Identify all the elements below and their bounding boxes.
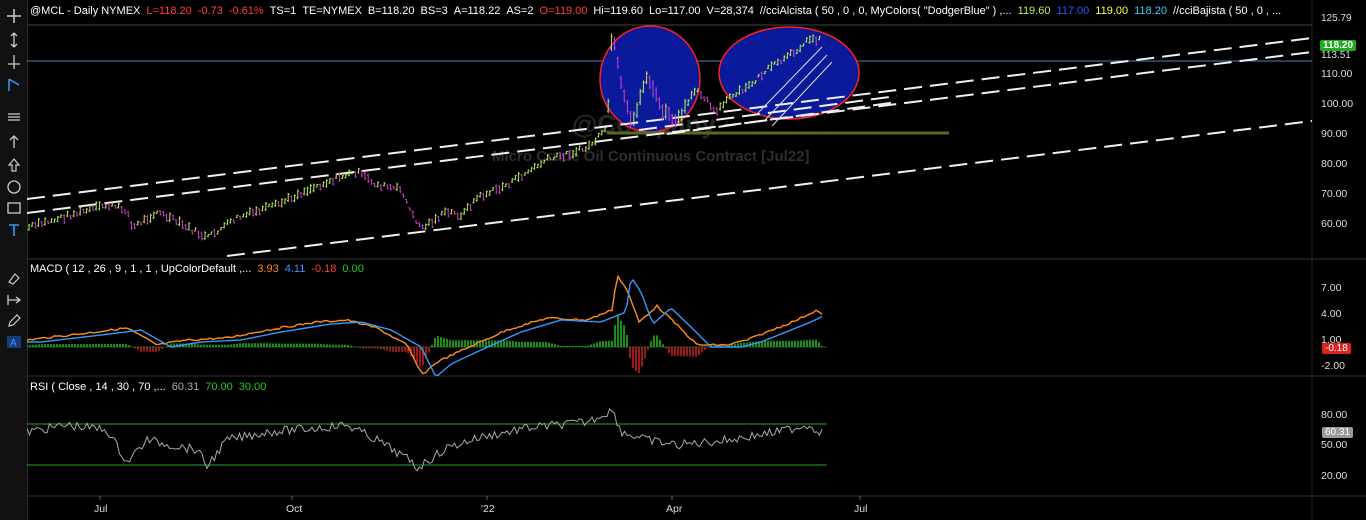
indicator-cci-bajista: //cciBajista ( 50 , 0 , ...	[1172, 5, 1282, 17]
rsi-tag: 60.31	[1322, 427, 1354, 438]
macd-tick-label: 4.00	[1321, 308, 1342, 320]
rectangle-icon[interactable]	[3, 198, 24, 217]
crosshair-icon[interactable]	[3, 6, 24, 25]
last-price: L=118.20	[146, 5, 192, 17]
macd-tick-label: 7.00	[1321, 282, 1342, 294]
cursor-vertical-icon[interactable]	[3, 30, 24, 49]
bid-size: BS=3	[420, 5, 448, 17]
ts-label: TS=1	[269, 5, 297, 17]
drawing-toolbar: A	[0, 0, 28, 520]
ellipse-right[interactable]	[718, 26, 860, 120]
rsi-value: 60.31	[171, 381, 200, 393]
open-label: O=119.00	[539, 5, 588, 17]
macd-zero-value: 0.00	[342, 263, 364, 275]
symbol-label: @MCL - Daily NYMEX	[30, 5, 141, 17]
pencil-icon[interactable]	[3, 311, 24, 330]
text-icon[interactable]	[3, 220, 24, 239]
ind-value-3: 119.00	[1095, 5, 1129, 17]
macd-line	[27, 274, 823, 375]
rsi-tick-label: 80.00	[1321, 409, 1347, 421]
price-chart[interactable]: @Company Micro Crude Oil Continuous Cont…	[27, 0, 1366, 520]
price-tick-label: 100.00	[1321, 98, 1353, 110]
high-label: Hi=119.60	[593, 5, 643, 17]
rsi-label: RSI ( Close , 14 , 30 , 70 ,...	[30, 381, 166, 393]
volume-label: V=28,374	[706, 5, 754, 17]
change: -0.73	[197, 5, 223, 17]
ask-label: A=118.22	[453, 5, 501, 17]
ind-value-1: 119.60	[1017, 5, 1051, 17]
macd-axis: 7.004.001.00-2.00	[1321, 282, 1345, 372]
rsi-tick-label: 50.00	[1321, 439, 1347, 451]
date-tick-label: Jul	[94, 503, 107, 515]
price-tick-label: 70.00	[1321, 188, 1347, 200]
date-tick-label: '22	[481, 503, 495, 515]
ask-size: AS=2	[506, 5, 534, 17]
price-tick-label: 80.00	[1321, 158, 1347, 170]
rsi-oversold: 30.00	[238, 381, 267, 393]
price-axis: 110.00 100.00 90.00 80.00 70.00 60.00	[1321, 68, 1353, 230]
date-axis: Jul Oct '22 Apr Jul	[94, 496, 867, 515]
price-tick-label: 60.00	[1321, 218, 1347, 230]
price-tick-label: 90.00	[1321, 128, 1347, 140]
arrow-up-outline-icon[interactable]	[3, 155, 24, 174]
macd-tick-label: -2.00	[1321, 360, 1345, 372]
macd-diff-value: -0.18	[311, 263, 337, 275]
change-pct: -0.61%	[228, 5, 264, 17]
rsi-axis: 80.00 50.00 20.00	[1321, 409, 1347, 482]
rsi-tick-label: 20.00	[1321, 470, 1347, 482]
paint-icon[interactable]	[3, 268, 24, 287]
rsi-line	[27, 407, 823, 472]
ind-value-4: 118.20	[1134, 5, 1167, 17]
bid-label: B=118.20	[367, 5, 415, 17]
arrow-up-icon[interactable]	[3, 132, 24, 151]
rsi-overbought: 70.00	[205, 381, 233, 393]
price-tag-top: 125.79	[1321, 13, 1352, 24]
low-label: Lo=117.00	[649, 5, 701, 17]
price-tag-line: 113.51	[1321, 50, 1351, 61]
macd-label: MACD ( 12 , 26 , 9 , 1 , 1 , UpColorDefa…	[30, 263, 252, 275]
price-tick-label: 110.00	[1321, 68, 1352, 80]
date-tick-label: Jul	[854, 503, 867, 515]
circle-icon[interactable]	[3, 177, 24, 196]
macd-tag: -0.18	[1322, 343, 1351, 354]
horizontal-lines-icon[interactable]	[3, 107, 24, 126]
macd-signal-value: 4.11	[284, 263, 306, 275]
macd-signal-line	[27, 278, 823, 377]
rsi-header: RSI ( Close , 14 , 30 , 70 ,... 60.31 70.0…	[30, 381, 272, 393]
ind-value-2: 117.00	[1056, 5, 1090, 17]
date-tick-label: Apr	[666, 503, 683, 515]
text-box-icon[interactable]: A	[3, 332, 24, 351]
svg-text:A: A	[10, 338, 17, 349]
date-tick-label: Oct	[286, 503, 302, 515]
arrows-icon[interactable]	[3, 290, 24, 309]
cursor-horizontal-icon[interactable]	[3, 52, 24, 71]
chart-header: @MCL - Daily NYMEX L=118.20 -0.73 -0.61% TS=…	[30, 5, 1287, 17]
macd-header: MACD ( 12 , 26 , 9 , 1 , 1 , UpColorDefa…	[30, 263, 370, 275]
watermark-contract: Micro Crude Oil Continuous Contract [Jul…	[492, 148, 810, 165]
macd-value: 3.93	[257, 263, 279, 275]
indicator-cci-alcista: //cciAlcista ( 50 , 0 , 0, MyColors( "Do…	[759, 5, 1012, 17]
exchange-label: TE=NYMEX	[302, 5, 362, 17]
trendline-icon[interactable]	[3, 75, 24, 94]
